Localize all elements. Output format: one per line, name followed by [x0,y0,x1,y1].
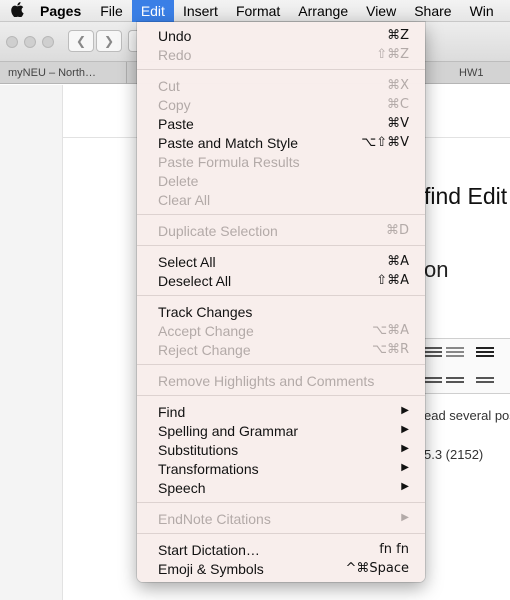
editor-toolbar [424,338,510,394]
submenu-arrow-icon: ▶ [401,481,409,492]
shortcut: ⌘Z [387,28,409,43]
menubar-format[interactable]: Format [227,0,289,22]
menu-item-track-changes[interactable]: Track Changes [137,302,425,321]
shortcut: ⌥⇧⌘V [361,135,409,150]
menu-separator [137,533,425,534]
minimize-window-icon[interactable] [24,36,36,48]
menu-item-remove-highlights[interactable]: Remove Highlights and Comments [137,371,425,390]
menubar-arrange[interactable]: Arrange [289,0,357,22]
shortcut: ⇧⌘A [376,273,409,288]
outdent-icon[interactable] [446,347,464,361]
indent-icon[interactable] [476,347,494,361]
submenu-arrow-icon: ▶ [401,405,409,416]
menu-separator [137,364,425,365]
menu-item-paste-match-style[interactable]: Paste and Match Style ⌥⇧⌘V [137,133,425,152]
menu-bar: Pages File Edit Insert Format Arrange Vi… [0,0,510,22]
edit-menu: Undo ⌘Z Redo ⇧⌘Z Cut ⌘X Copy ⌘C Paste ⌘V… [137,22,425,582]
tab-hw1[interactable]: HW1 [459,62,483,84]
menubar-view[interactable]: View [357,0,405,22]
shortcut: ⌘X [387,78,409,93]
menu-item-accept-change[interactable]: Accept Change ⌥⌘A [137,321,425,340]
shortcut: fn fn [379,542,409,557]
menu-item-emoji-symbols[interactable]: Emoji & Symbols ^⌘Space [137,559,425,578]
menu-item-deselect-all[interactable]: Deselect All ⇧⌘A [137,271,425,290]
menu-item-duplicate-selection[interactable]: Duplicate Selection ⌘D [137,221,425,240]
shortcut: ⌘D [385,223,409,238]
menu-item-endnote-citations[interactable]: EndNote Citations ▶ [137,509,425,528]
menu-item-clear-all[interactable]: Clear All [137,190,425,209]
submenu-arrow-icon: ▶ [401,462,409,473]
menu-item-reject-change[interactable]: Reject Change ⌥⌘R [137,340,425,359]
menu-item-spelling-grammar[interactable]: Spelling and Grammar ▶ [137,421,425,440]
page-heading: find Edit [424,183,508,209]
zoom-window-icon[interactable] [42,36,54,48]
shortcut: ⌥⌘A [372,323,409,338]
body-text-line: ead several pos [424,408,510,423]
submenu-arrow-icon: ▶ [401,424,409,435]
menubar-share[interactable]: Share [405,0,460,22]
menu-item-transformations[interactable]: Transformations ▶ [137,459,425,478]
menu-separator [137,245,425,246]
menu-item-redo[interactable]: Redo ⇧⌘Z [137,45,425,64]
forward-button[interactable]: ❯ [96,30,122,52]
menu-separator [137,69,425,70]
body-text-line: 5.3 (2152) [424,447,484,462]
shortcut: ⇧⌘Z [376,47,409,62]
menubar-edit[interactable]: Edit [131,0,174,22]
menu-item-paste-formula-results[interactable]: Paste Formula Results [137,152,425,171]
menu-item-undo[interactable]: Undo ⌘Z [137,26,425,45]
menu-item-copy[interactable]: Copy ⌘C [137,95,425,114]
submenu-arrow-icon: ▶ [401,443,409,454]
menu-item-start-dictation[interactable]: Start Dictation… fn fn [137,540,425,559]
align-center-icon[interactable] [424,377,442,391]
tab-myneu[interactable]: myNEU – North… [8,62,96,84]
shortcut: ⌘C [386,97,409,112]
menubar-insert[interactable]: Insert [174,0,227,22]
apple-menu-icon[interactable] [0,2,34,19]
shortcut: ⌘V [387,116,409,131]
justify-icon[interactable] [476,377,494,391]
menu-item-cut[interactable]: Cut ⌘X [137,76,425,95]
menubar-file[interactable]: File [91,0,132,22]
menu-item-select-all[interactable]: Select All ⌘A [137,252,425,271]
menu-item-paste[interactable]: Paste ⌘V [137,114,425,133]
menu-item-substitutions[interactable]: Substitutions ▶ [137,440,425,459]
back-button[interactable]: ❮ [68,30,94,52]
shortcut: ⌥⌘R [371,342,409,357]
align-icon[interactable] [424,347,442,361]
menu-separator [137,395,425,396]
menu-separator [137,502,425,503]
menu-item-speech[interactable]: Speech ▶ [137,478,425,497]
menu-item-find[interactable]: Find ▶ [137,402,425,421]
tab-divider [126,62,127,84]
section-heading: on [424,257,449,282]
submenu-arrow-icon: ▶ [401,512,409,523]
menu-separator [137,295,425,296]
shortcut: ⌘A [387,254,409,269]
close-window-icon[interactable] [6,36,18,48]
menubar-pages[interactable]: Pages [34,0,91,22]
align-right-icon[interactable] [446,377,464,391]
menu-item-delete[interactable]: Delete [137,171,425,190]
shortcut: ^⌘Space [345,561,409,576]
menubar-window[interactable]: Win [461,0,503,22]
menu-separator [137,214,425,215]
